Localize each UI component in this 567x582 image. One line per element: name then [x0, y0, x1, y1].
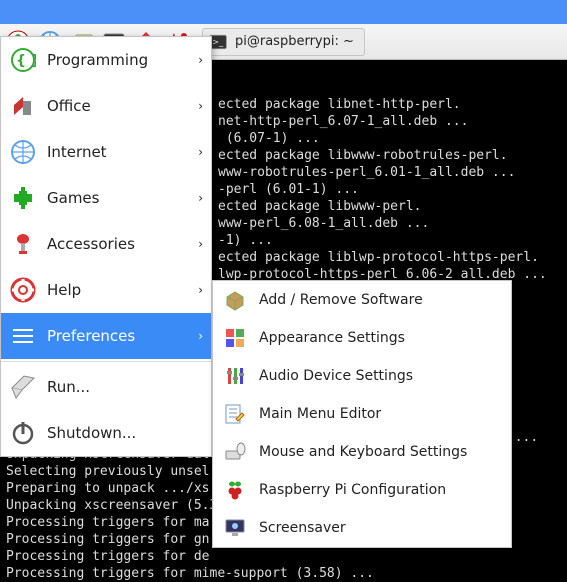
- chevron-right-icon: ›: [193, 53, 203, 67]
- menu-item-accessories[interactable]: Accessories ›: [1, 221, 211, 267]
- window-title-strip: [0, 0, 567, 24]
- submenu-label: Add / Remove Software: [259, 292, 423, 308]
- submenu-label: Mouse and Keyboard Settings: [259, 444, 467, 460]
- menu-label: Preferences: [47, 327, 183, 345]
- menu-label: Shutdown...: [47, 424, 203, 442]
- submenu-item-main-menu-editor[interactable]: Main Menu Editor: [213, 395, 511, 433]
- package-icon: [223, 288, 247, 312]
- help-icon: [9, 276, 37, 304]
- run-icon: [9, 373, 37, 401]
- accessories-icon: [9, 230, 37, 258]
- menu-label: Accessories: [47, 235, 183, 253]
- svg-text:>_: >_: [212, 36, 224, 46]
- menu-label: Office: [47, 97, 183, 115]
- menu-item-run[interactable]: Run...: [1, 364, 211, 410]
- chevron-right-icon: ›: [193, 145, 203, 159]
- submenu-label: Screensaver: [259, 520, 346, 536]
- screensaver-icon: [223, 516, 247, 540]
- submenu-item-appearance[interactable]: Appearance Settings: [213, 319, 511, 357]
- svg-text:{ }: { }: [16, 53, 36, 69]
- raspberry-pi-icon: [223, 478, 247, 502]
- menu-label: Run...: [47, 378, 203, 396]
- preferences-submenu: Add / Remove Software Appearance Setting…: [212, 280, 512, 548]
- chevron-right-icon: ›: [193, 191, 203, 205]
- internet-icon: [9, 138, 37, 166]
- submenu-item-raspberry-pi-config[interactable]: Raspberry Pi Configuration: [213, 471, 511, 509]
- menu-item-shutdown[interactable]: Shutdown...: [1, 410, 211, 456]
- audio-sliders-icon: [223, 364, 247, 388]
- menu-item-preferences[interactable]: Preferences ›: [1, 313, 211, 359]
- office-icon: [9, 92, 37, 120]
- shutdown-icon: [9, 419, 37, 447]
- taskbar-task-label: pi@raspberrypi: ~: [235, 34, 354, 49]
- submenu-label: Audio Device Settings: [259, 368, 413, 384]
- menu-label: Games: [47, 189, 183, 207]
- submenu-label: Main Menu Editor: [259, 406, 381, 422]
- menu-label: Help: [47, 281, 183, 299]
- chevron-right-icon: ›: [193, 283, 203, 297]
- programming-icon: { }: [9, 46, 37, 74]
- chevron-right-icon: ›: [193, 99, 203, 113]
- menu-item-games[interactable]: Games ›: [1, 175, 211, 221]
- mouse-keyboard-icon: [223, 440, 247, 464]
- menu-label: Internet: [47, 143, 183, 161]
- menu-separator: [1, 361, 211, 362]
- menu-editor-icon: [223, 402, 247, 426]
- games-icon: [9, 184, 37, 212]
- terminal-output-upper: ected package libnet-http-perl. net-http…: [218, 96, 547, 300]
- appearance-icon: [223, 326, 247, 350]
- menu-item-office[interactable]: Office ›: [1, 83, 211, 129]
- menu-item-programming[interactable]: { } Programming ›: [1, 37, 211, 83]
- submenu-item-audio[interactable]: Audio Device Settings: [213, 357, 511, 395]
- submenu-item-mouse-keyboard[interactable]: Mouse and Keyboard Settings: [213, 433, 511, 471]
- menu-item-internet[interactable]: Internet ›: [1, 129, 211, 175]
- chevron-right-icon: ›: [193, 237, 203, 251]
- submenu-item-screensaver[interactable]: Screensaver: [213, 509, 511, 547]
- submenu-item-add-remove-software[interactable]: Add / Remove Software: [213, 281, 511, 319]
- chevron-right-icon: ›: [193, 329, 203, 343]
- submenu-label: Raspberry Pi Configuration: [259, 482, 446, 498]
- submenu-label: Appearance Settings: [259, 330, 405, 346]
- taskbar-task[interactable]: >_ pi@raspberrypi: ~: [202, 28, 365, 56]
- menu-item-help[interactable]: Help ›: [1, 267, 211, 313]
- application-menu: { } Programming › Office › Internet › Ga…: [0, 36, 212, 457]
- menu-label: Programming: [47, 51, 183, 69]
- preferences-icon: [9, 322, 37, 350]
